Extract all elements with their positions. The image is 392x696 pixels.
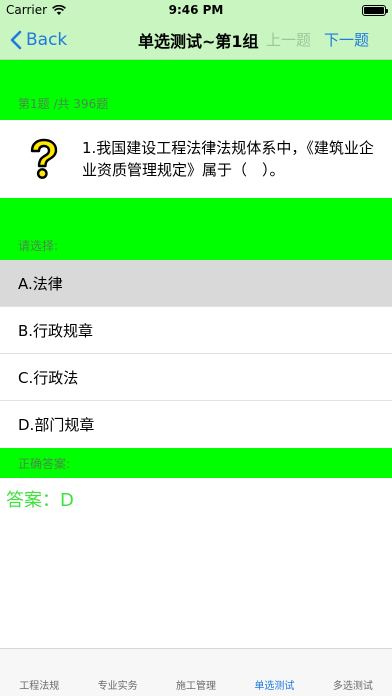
tab-construction-management[interactable]: 施工管理 xyxy=(157,677,235,696)
option-c[interactable]: C.行政法 xyxy=(0,354,392,401)
carrier-label: Carrier xyxy=(6,3,48,17)
choose-prompt: 请选择: xyxy=(18,239,59,253)
tab-engineering-law[interactable]: 工程法规 xyxy=(0,677,78,696)
clock: 9:46 PM xyxy=(168,3,224,17)
question-block: 1.我国建设工程法律法规体系中，《建筑业企业资质管理规定》属于（ ）。 xyxy=(0,120,392,198)
tab-professional-practice[interactable]: 专业实务 xyxy=(78,677,156,696)
answer-header: 正确答案: xyxy=(18,457,71,471)
answer-text: 答案：D xyxy=(6,490,74,511)
choose-prompt-bar: 请选择: xyxy=(0,198,392,260)
back-button[interactable]: Back xyxy=(0,30,67,50)
status-bar: Carrier 9:46 PM xyxy=(0,0,392,20)
option-label: D.部门规章 xyxy=(18,416,95,434)
next-question-button[interactable]: 下一题 xyxy=(324,29,369,50)
question-progress: 第1题 /共 396题 xyxy=(18,97,109,111)
question-text: 1.我国建设工程法律法规体系中，《建筑业企业资质管理规定》属于（ ）。 xyxy=(82,139,374,179)
tab-multiple-choice[interactable]: 多选测试 xyxy=(314,677,392,696)
chevron-left-icon xyxy=(10,30,22,49)
page-title: 单选测试~第1组 xyxy=(138,31,259,51)
tab-single-choice[interactable]: 单选测试 xyxy=(235,677,313,696)
option-label: C.行政法 xyxy=(18,368,79,387)
previous-question-button[interactable]: 上一题 xyxy=(266,29,311,50)
battery-icon xyxy=(361,4,388,16)
question-mark-icon xyxy=(30,138,58,179)
option-a[interactable]: A.法律 xyxy=(0,260,392,307)
option-label: B.行政规章 xyxy=(18,321,94,340)
wifi-icon xyxy=(52,4,67,15)
option-b[interactable]: B.行政规章 xyxy=(0,307,392,354)
navigation-bar: Back 单选测试~第1组 上一题 下一题 xyxy=(0,20,392,60)
option-d[interactable]: D.部门规章 xyxy=(0,401,392,448)
option-list: A.法律 B.行政规章 C.行政法 D.部门规章 xyxy=(0,260,392,448)
answer-header-bar: 正确答案: xyxy=(0,448,392,478)
progress-bar: 第1题 /共 396题 xyxy=(0,60,392,120)
back-label: Back xyxy=(26,29,68,50)
option-label: A.法律 xyxy=(18,274,63,293)
tab-bar: 工程法规 专业实务 施工管理 单选测试 多选测试 xyxy=(0,648,392,696)
